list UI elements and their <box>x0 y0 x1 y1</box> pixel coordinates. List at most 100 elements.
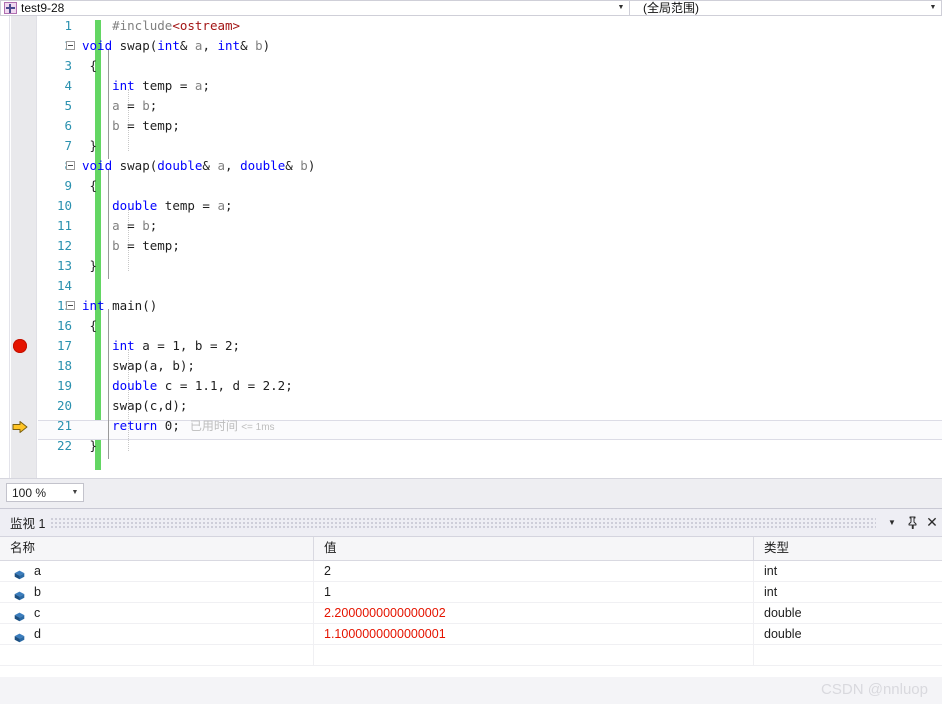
code-line[interactable]: 12 b = temp; <box>0 236 942 256</box>
code-token: & <box>240 38 256 53</box>
chevron-down-icon[interactable]: ▼ <box>925 1 941 15</box>
member-combo-label: (全局范围) <box>643 1 699 15</box>
file-cpp-icon <box>4 2 17 14</box>
code-token: void <box>82 38 113 53</box>
column-header-type[interactable]: 类型 <box>754 537 942 560</box>
code-editor[interactable]: 1 #include<ostream>2void swap(int& a, in… <box>0 16 942 478</box>
code-token: #include <box>112 18 173 33</box>
column-header-name[interactable]: 名称 <box>0 537 314 560</box>
watch-titlebar[interactable]: 监视 1 ▼ ✕ <box>0 509 942 537</box>
code-line[interactable]: 3 { <box>0 56 942 76</box>
code-token: { <box>89 318 98 333</box>
code-token: temp = <box>134 78 195 93</box>
cell-value[interactable]: 2 <box>314 561 754 581</box>
code-line[interactable]: 16 { <box>0 316 942 336</box>
code-line[interactable]: 5 a = b; <box>0 96 942 116</box>
code-line[interactable]: 4 int temp = a; <box>0 76 942 96</box>
code-line[interactable]: 21 return 0; 已用时间 <= 1ms <box>0 416 942 436</box>
code-token: , <box>225 158 241 173</box>
code-token: b <box>142 218 150 233</box>
code-token: void <box>82 158 113 173</box>
code-token: & <box>285 158 301 173</box>
cell-name[interactable]: d <box>0 624 314 644</box>
cell-value[interactable]: 1 <box>314 582 754 602</box>
cell-type <box>754 645 942 665</box>
code-token: swap(c,d); <box>112 398 188 413</box>
code-token: double <box>112 378 158 393</box>
code-line[interactable]: 7 } <box>0 136 942 156</box>
code-line[interactable]: 11 a = b; <box>0 216 942 236</box>
drag-grip[interactable] <box>51 517 876 528</box>
zoom-level-combo[interactable]: 100 % ▼ <box>6 483 84 502</box>
editor-navigation-bar: test9-28 ▼ (全局范围) ▼ <box>0 0 942 16</box>
code-text: int temp = a; <box>82 76 210 96</box>
line-number: 10 <box>56 198 72 213</box>
code-token: double <box>157 158 203 173</box>
code-line[interactable]: 1 #include<ostream> <box>0 16 942 36</box>
line-number: 7 <box>64 138 72 153</box>
pin-icon[interactable] <box>902 512 922 534</box>
table-row[interactable]: c 2.2000000000000002 double <box>0 603 942 624</box>
code-token: a = 1, b = 2; <box>134 338 241 353</box>
code-text: { <box>82 176 98 196</box>
code-line[interactable]: 2 void swap(int& a, int& b) <box>0 36 942 56</box>
window-menu-dropdown-icon[interactable]: ▼ <box>882 512 902 534</box>
code-line[interactable]: 6 b = temp; <box>0 116 942 136</box>
watch-rows: a 2 int b 1 int c 2.2000000000000002 double d 1.10… <box>0 561 942 666</box>
fold-toggle-icon[interactable] <box>66 161 75 170</box>
line-number: 19 <box>56 378 72 393</box>
table-row[interactable]: a 2 int <box>0 561 942 582</box>
code-line[interactable]: 13 } <box>0 256 942 276</box>
code-token: double <box>112 198 158 213</box>
scope-combo[interactable]: test9-28 ▼ <box>0 0 630 16</box>
code-line[interactable]: 22 } <box>0 436 942 456</box>
close-icon[interactable]: ✕ <box>922 512 942 534</box>
code-line[interactable]: 14 <box>0 276 942 296</box>
cell-name[interactable] <box>0 645 314 665</box>
code-text: int main() <box>82 296 157 316</box>
chevron-down-icon[interactable]: ▼ <box>613 1 629 15</box>
code-text: swap(a, b); <box>82 356 195 376</box>
code-token: swap( <box>112 158 158 173</box>
code-line[interactable]: 9 { <box>0 176 942 196</box>
chevron-down-icon[interactable]: ▼ <box>67 489 83 496</box>
code-line[interactable]: 15 int main() <box>0 296 942 316</box>
column-header-value[interactable]: 值 <box>314 537 754 560</box>
watch-grid[interactable]: 名称 值 类型 a 2 int b 1 int c 2.2000000000000002 dou… <box>0 537 942 677</box>
scope-combo-label: test9-28 <box>21 1 65 15</box>
code-token: swap(a, b); <box>112 358 195 373</box>
cell-name[interactable]: b <box>0 582 314 602</box>
code-line[interactable]: 10 double temp = a; <box>0 196 942 216</box>
watch-tool-window: 监视 1 ▼ ✕ 名称 值 类型 a 2 int b 1 int c 2.2000000000… <box>0 508 942 704</box>
code-token: } <box>89 138 98 153</box>
watermark-text: CSDN @nnluop <box>821 681 928 698</box>
line-number: 9 <box>64 178 72 193</box>
watch-grid-header: 名称 值 类型 <box>0 537 942 561</box>
table-row[interactable]: d 1.1000000000000001 double <box>0 624 942 645</box>
code-token: swap( <box>112 38 158 53</box>
code-text: { <box>82 56 98 76</box>
code-line[interactable]: 19 double c = 1.1, d = 2.2; <box>0 376 942 396</box>
code-line[interactable]: 18 swap(a, b); <box>0 356 942 376</box>
code-token: = temp; <box>119 118 180 133</box>
cell-name[interactable]: a <box>0 561 314 581</box>
table-row[interactable] <box>0 645 942 666</box>
line-number: 18 <box>56 358 72 373</box>
cell-value[interactable]: 1.1000000000000001 <box>314 624 754 644</box>
code-line[interactable]: 17 int a = 1, b = 2; <box>0 336 942 356</box>
code-line[interactable]: 20 swap(c,d); <box>0 396 942 416</box>
code-text: int a = 1, b = 2; <box>82 336 240 356</box>
cell-value[interactable]: 2.2000000000000002 <box>314 603 754 623</box>
code-line[interactable]: 8void swap(double& a, double& b) <box>0 156 942 176</box>
member-combo[interactable]: (全局范围) ▼ <box>630 0 942 16</box>
cell-value[interactable] <box>314 645 754 665</box>
line-number: 22 <box>56 438 72 453</box>
line-number: 3 <box>64 58 72 73</box>
table-row[interactable]: b 1 int <box>0 582 942 603</box>
fold-toggle-icon[interactable] <box>66 41 75 50</box>
cell-name[interactable]: c <box>0 603 314 623</box>
code-token: } <box>89 258 98 273</box>
code-token: ; <box>225 198 233 213</box>
fold-toggle-icon[interactable] <box>66 301 75 310</box>
zoom-level-value: 100 % <box>12 485 47 500</box>
